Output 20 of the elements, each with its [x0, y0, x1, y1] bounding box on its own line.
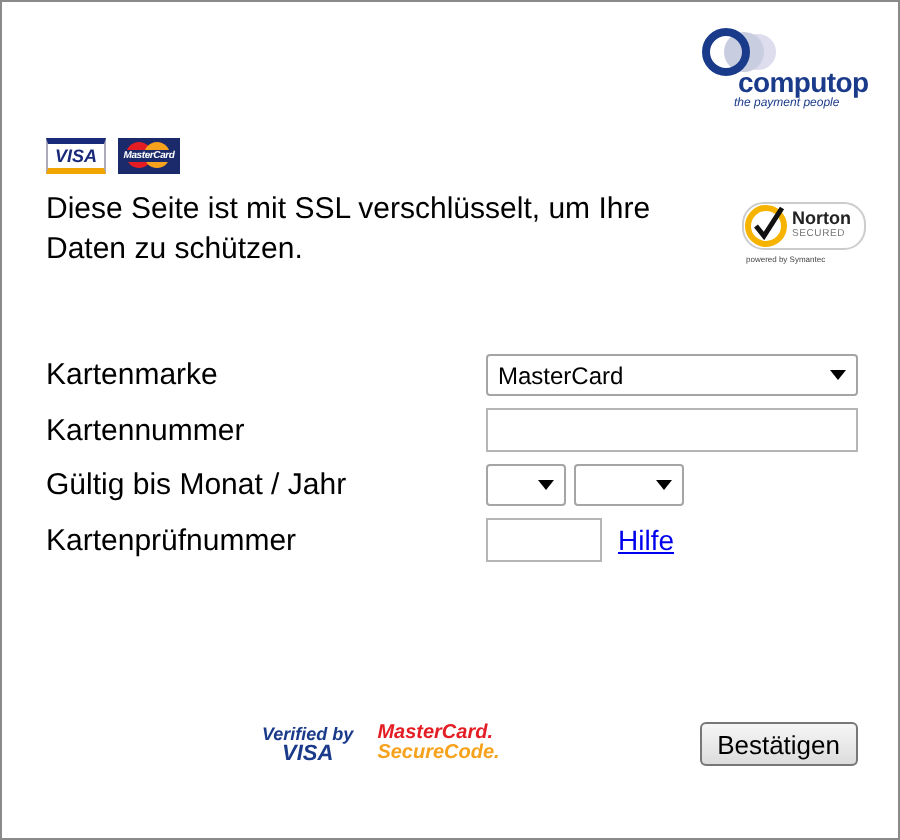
field-label: Gültig bis Monat / Jahr	[46, 466, 349, 506]
caret-icon	[538, 480, 554, 490]
help-link[interactable]: Hilfe	[618, 524, 675, 556]
seal-name: Norton	[792, 210, 851, 226]
confirm-button[interactable]: Bestätigen	[699, 722, 858, 766]
caret-icon	[656, 480, 672, 490]
field-label: Kartenmarke	[46, 356, 220, 396]
card-brand-dropdown[interactable]: MasterCard	[486, 354, 858, 396]
field-label: Kartenprüfnummer	[46, 521, 299, 561]
card-number-field[interactable]	[486, 408, 858, 452]
verified-by-visa-logo: Verified by VISA	[262, 724, 354, 764]
caret-icon	[830, 370, 846, 380]
cvc-field[interactable]	[486, 518, 602, 562]
brand-name: computop	[738, 66, 869, 98]
month-dropdown[interactable]	[486, 464, 566, 506]
checkmark-seal-icon	[744, 204, 788, 248]
field-label: Kartennummer	[46, 411, 247, 451]
mastercard-securecode-logo: MasterCard. SecureCode.	[377, 724, 500, 764]
ssl-notice: Diese Seite ist mit SSL verschlüsselt, um Ihre Daten zu schützen.	[46, 190, 653, 270]
visa-logo: VISA	[46, 138, 106, 174]
